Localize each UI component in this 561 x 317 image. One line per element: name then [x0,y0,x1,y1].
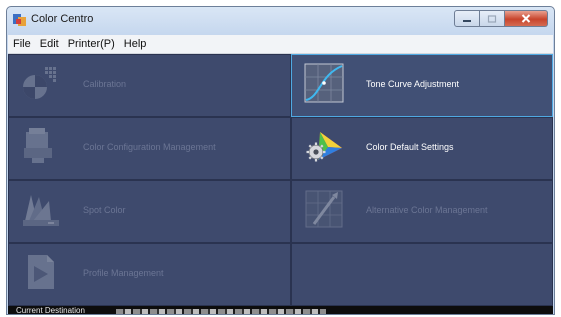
color-configuration-icon [24,128,52,163]
maximize-icon [487,14,497,23]
tile-alternative-color-management-label: Alternative Color Management [366,205,488,215]
tile-color-configuration-management-label: Color Configuration Management [83,142,216,152]
tile-color-configuration-management[interactable]: Color Configuration Management [8,117,291,180]
status-bar: Current Destination [8,306,553,315]
window-controls [454,10,548,28]
tile-tone-curve-adjustment[interactable]: Tone Curve Adjustment [291,54,553,117]
tone-curve-icon [304,63,344,103]
menu-edit[interactable]: Edit [36,38,63,50]
profile-management-icon [28,255,54,289]
empty-tile [291,243,553,306]
tile-alternative-color-management[interactable]: Alternative Color Management [291,180,553,243]
function-grid: Calibration Tone Curve Adjustment Color … [8,54,553,306]
maximize-button[interactable] [480,10,505,27]
minimize-icon [463,19,471,22]
minimize-button[interactable] [454,10,480,27]
app-icon [13,14,26,26]
tile-color-default-settings-label: Color Default Settings [366,142,454,152]
tile-color-default-settings[interactable]: Color Default Settings [291,117,553,180]
alternative-color-icon [305,190,343,228]
tile-profile-management[interactable]: Profile Management [8,243,291,306]
menu-file[interactable]: File [9,38,35,50]
tile-spot-color[interactable]: Spot Color [8,180,291,243]
title-bar: Color Centro [7,7,554,33]
destination-value-redacted [116,309,326,314]
menu-bar: File Edit Printer(P) Help [8,35,553,54]
calibration-icon [23,67,56,99]
tile-profile-management-label: Profile Management [83,268,164,278]
spot-color-icon [23,195,59,226]
tile-calibration[interactable]: Calibration [8,54,291,117]
tile-spot-color-label: Spot Color [83,205,126,215]
close-button[interactable] [505,10,548,27]
tile-calibration-label: Calibration [83,79,127,89]
menu-printer[interactable]: Printer(P) [64,38,119,50]
window-title: Color Centro [31,13,94,25]
app-window: Color Centro File Edit Printer(P) Help C… [6,6,555,315]
menu-help[interactable]: Help [120,38,151,50]
close-icon [521,14,531,23]
color-default-settings-icon [306,132,342,162]
tile-tone-curve-adjustment-label: Tone Curve Adjustment [366,79,460,89]
current-destination-label: Current Destination [16,306,85,315]
